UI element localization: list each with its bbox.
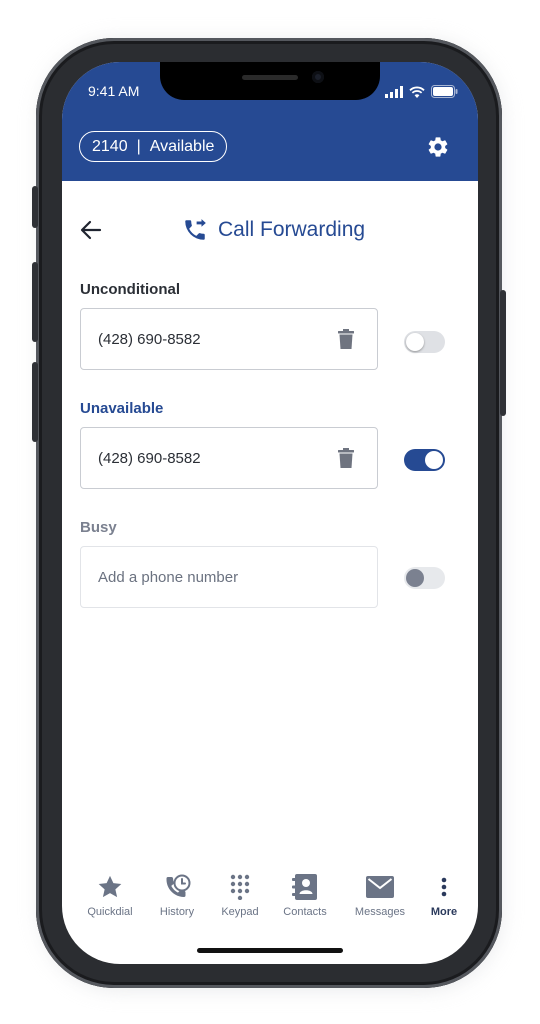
tab-keypad[interactable]: Keypad: [208, 872, 272, 918]
bottom-tab-bar: Quickdial History Keypad Contacts Messag…: [62, 872, 478, 932]
presence-separator: |: [136, 137, 141, 155]
toggle-knob: [406, 569, 424, 587]
mute-switch: [32, 186, 38, 228]
contacts-book-icon: [292, 874, 317, 900]
trash-icon[interactable]: [338, 329, 354, 349]
power-button: [500, 290, 506, 416]
unconditional-toggle[interactable]: [404, 331, 445, 353]
unconditional-label: Unconditional: [80, 281, 180, 298]
unavailable-toggle[interactable]: [404, 449, 445, 471]
star-icon: [98, 875, 122, 898]
page-title-group: Call Forwarding: [182, 217, 365, 243]
speaker-grille: [242, 75, 298, 80]
volume-up-button: [32, 262, 38, 342]
presence-status-text: Available: [149, 137, 215, 155]
extension-number: 2140: [92, 137, 128, 155]
status-icons: [385, 85, 458, 98]
tab-more[interactable]: More: [412, 872, 476, 918]
tab-contacts[interactable]: Contacts: [273, 872, 337, 918]
envelope-icon: [366, 876, 394, 898]
tab-label: More: [430, 906, 458, 918]
keypad-icon: [230, 874, 250, 900]
volume-down-button: [32, 362, 38, 442]
unavailable-number-field[interactable]: (428) 690-8582: [80, 427, 378, 489]
presence-status-pill[interactable]: 2140 | Available: [79, 131, 228, 162]
cellular-signal-icon: [385, 85, 403, 98]
tab-label: Quickdial: [87, 906, 133, 918]
tab-label: Keypad: [221, 906, 259, 918]
app-header: 9:41 AM 2140 | Available: [62, 62, 478, 181]
unconditional-number-value: (428) 690-8582: [98, 331, 201, 348]
toggle-knob: [406, 333, 424, 351]
tab-label: Contacts: [283, 906, 327, 918]
busy-toggle[interactable]: [404, 567, 445, 589]
unconditional-number-field[interactable]: (428) 690-8582: [80, 308, 378, 370]
page-title: Call Forwarding: [218, 218, 366, 241]
busy-number-placeholder: Add a phone number: [98, 569, 239, 586]
tab-messages[interactable]: Messages: [348, 872, 412, 918]
battery-icon: [431, 85, 458, 98]
more-vertical-icon: [441, 877, 447, 897]
busy-number-field[interactable]: Add a phone number: [80, 546, 378, 608]
toggle-knob: [425, 451, 443, 469]
notch: [160, 62, 380, 100]
arrow-left-icon[interactable]: [80, 220, 102, 240]
unavailable-label: Unavailable: [80, 400, 164, 417]
status-time: 9:41 AM: [88, 83, 140, 99]
phone-history-icon: [166, 874, 191, 897]
home-indicator[interactable]: [197, 948, 343, 953]
call-forward-icon: [185, 219, 206, 240]
tab-quickdial[interactable]: Quickdial: [78, 872, 142, 918]
tab-label: Messages: [354, 906, 406, 918]
tab-history[interactable]: History: [145, 872, 209, 918]
app-screen: 9:41 AM 2140 | Available Call Forwarding…: [62, 62, 478, 964]
front-camera: [312, 71, 324, 83]
unavailable-number-value: (428) 690-8582: [98, 450, 201, 467]
busy-label: Busy: [80, 519, 117, 536]
gear-icon[interactable]: [426, 135, 450, 159]
tab-label: History: [159, 906, 195, 918]
wifi-icon: [409, 86, 425, 98]
trash-icon[interactable]: [338, 448, 354, 468]
